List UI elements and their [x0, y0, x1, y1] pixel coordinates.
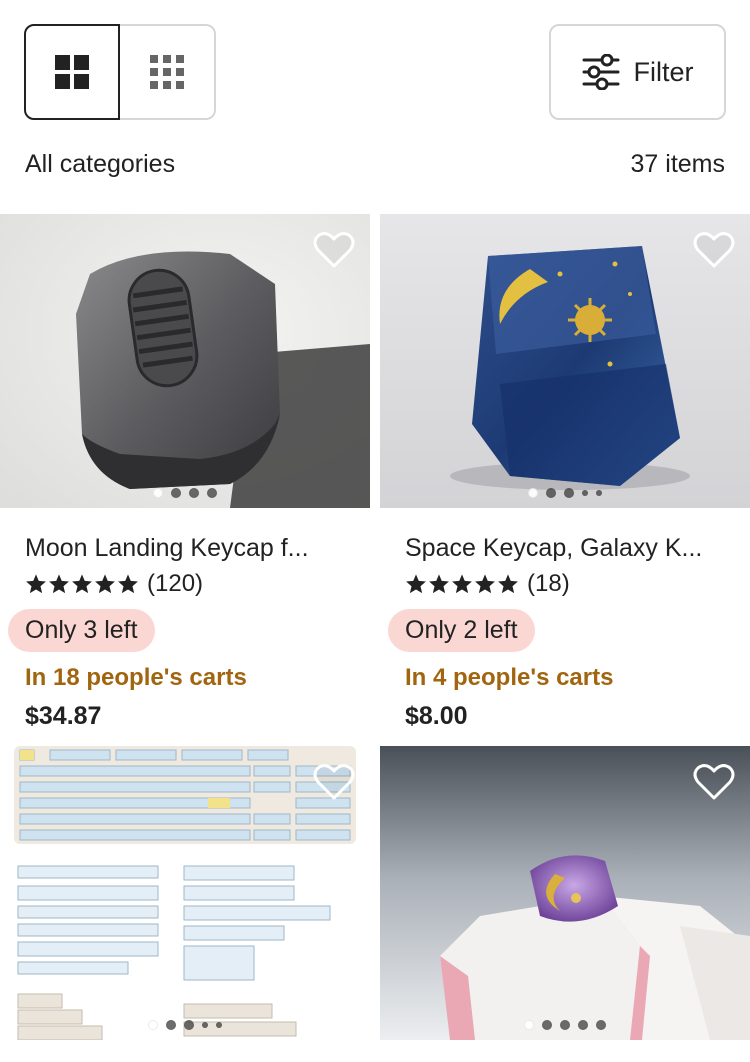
carousel-dot — [542, 1020, 552, 1030]
carousel-dot — [171, 488, 181, 498]
cart-count: In 18 people's carts — [25, 664, 247, 691]
heart-icon[interactable] — [692, 228, 736, 272]
star-rating — [25, 573, 139, 595]
rating: (18) — [405, 569, 725, 599]
star-icon — [452, 574, 472, 594]
star-icon — [498, 574, 518, 594]
carousel-dot — [148, 1020, 158, 1030]
star-icon — [49, 574, 69, 594]
star-icon — [118, 574, 138, 594]
carousel-dot — [596, 1020, 606, 1030]
listing-image[interactable] — [380, 746, 750, 1040]
image-carousel-dots — [380, 1020, 750, 1030]
carousel-dot — [546, 488, 556, 498]
filter-button[interactable]: Filter — [549, 24, 726, 120]
large-grid-view-button[interactable] — [24, 24, 120, 120]
listing-image[interactable] — [0, 746, 370, 1040]
listing-card[interactable]: Moon Landing Keycap f... (120) Only 3 le… — [0, 214, 370, 731]
carousel-dot — [153, 488, 163, 498]
sliders-icon — [582, 54, 619, 90]
carousel-dot — [524, 1020, 534, 1030]
cart-count: In 4 people's carts — [405, 664, 614, 691]
listing-title[interactable]: Space Keycap, Galaxy K... — [405, 534, 745, 563]
carousel-dot — [564, 488, 574, 498]
review-count: (120) — [147, 570, 204, 597]
heart-icon[interactable] — [312, 760, 356, 804]
star-icon — [475, 574, 495, 594]
view-toggle — [24, 24, 216, 120]
filter-label: Filter — [633, 56, 694, 87]
carousel-dot — [166, 1020, 176, 1030]
carousel-dot — [582, 490, 588, 496]
listing-image[interactable] — [0, 214, 370, 508]
heart-icon[interactable] — [692, 760, 736, 804]
listing-card[interactable] — [380, 746, 750, 1040]
listing-card[interactable] — [0, 746, 370, 1040]
review-count: (18) — [527, 570, 570, 597]
image-carousel-dots — [0, 1020, 370, 1030]
grid-small-icon — [150, 55, 184, 89]
star-icon — [26, 574, 46, 594]
star-icon — [95, 574, 115, 594]
star-icon — [72, 574, 92, 594]
image-carousel-dots — [380, 488, 750, 498]
grid-large-icon — [55, 55, 89, 89]
image-carousel-dots — [0, 488, 370, 498]
item-count: 37 items — [630, 149, 725, 178]
carousel-dot — [216, 1022, 222, 1028]
carousel-dot — [528, 488, 538, 498]
stock-badge: Only 3 left — [8, 609, 155, 652]
results-summary: All categories 37 items — [25, 144, 725, 184]
carousel-dot — [560, 1020, 570, 1030]
star-icon — [406, 574, 426, 594]
small-grid-view-button[interactable] — [120, 24, 216, 120]
carousel-dot — [207, 488, 217, 498]
listing-image[interactable] — [380, 214, 750, 508]
carousel-dot — [189, 488, 199, 498]
star-icon — [429, 574, 449, 594]
heart-icon[interactable] — [312, 228, 356, 272]
listing-title[interactable]: Moon Landing Keycap f... — [25, 534, 365, 563]
price: $34.87 — [25, 702, 102, 730]
listing-card[interactable]: Space Keycap, Galaxy K... (18) Only 2 le… — [380, 214, 750, 731]
rating: (120) — [25, 569, 345, 599]
carousel-dot — [184, 1020, 194, 1030]
category-label: All categories — [25, 149, 176, 178]
price: $8.00 — [405, 702, 468, 730]
star-rating — [405, 573, 519, 595]
carousel-dot — [578, 1020, 588, 1030]
carousel-dot — [202, 1022, 208, 1028]
stock-badge: Only 2 left — [388, 609, 535, 652]
carousel-dot — [596, 490, 602, 496]
